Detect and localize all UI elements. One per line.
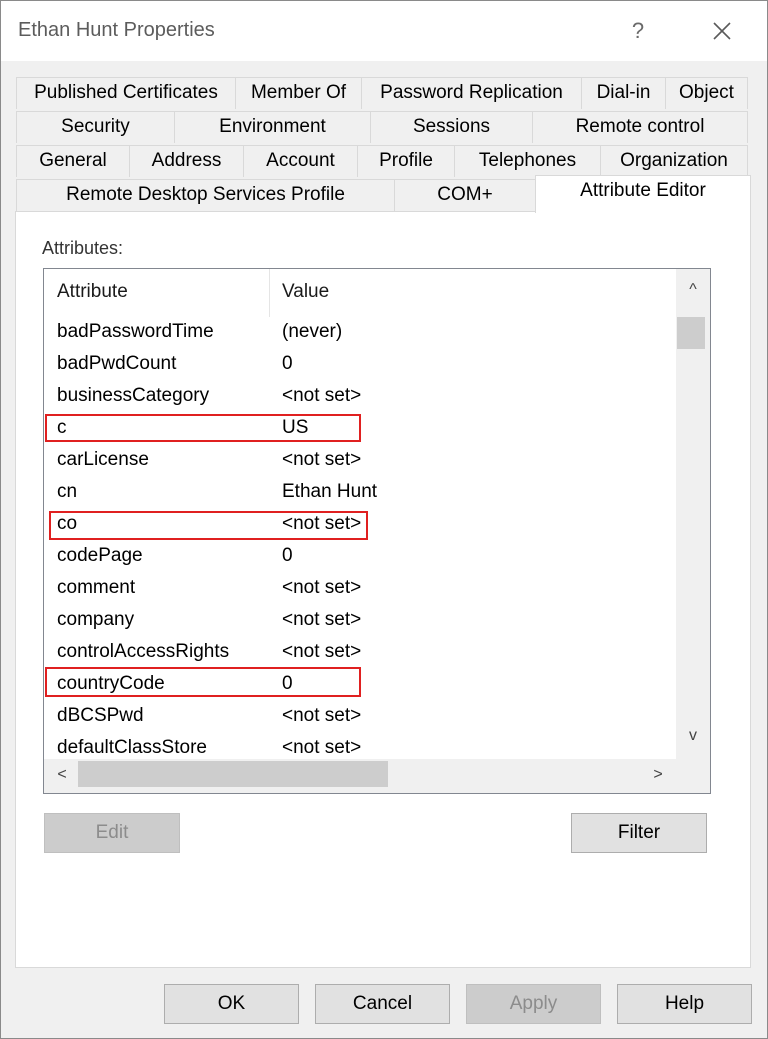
attribute-value: US xyxy=(282,417,309,438)
attribute-value: <not set> xyxy=(282,513,362,534)
attribute-value: 0 xyxy=(282,545,293,566)
attribute-name: cn xyxy=(57,481,78,502)
tab-organization[interactable]: Organization xyxy=(600,145,748,177)
attribute-value: 0 xyxy=(282,353,293,374)
attribute-name: dBCSPwd xyxy=(57,705,144,726)
tab-attribute-editor[interactable]: Attribute Editor xyxy=(535,175,751,213)
tab-com-plus[interactable]: COM+ xyxy=(394,179,536,211)
tab-sessions[interactable]: Sessions xyxy=(370,111,533,143)
table-row[interactable]: cn Ethan Hunt xyxy=(44,477,676,509)
tab-telephones[interactable]: Telephones xyxy=(454,145,601,177)
table-row[interactable]: co <not set> xyxy=(44,509,676,541)
table-row[interactable]: c US xyxy=(44,413,676,445)
tab-member-of[interactable]: Member Of xyxy=(235,77,362,109)
help-button[interactable]: Help xyxy=(617,984,752,1024)
tab-object[interactable]: Object xyxy=(665,77,748,109)
scroll-down-icon[interactable]: v xyxy=(677,727,709,745)
attribute-name: defaultClassStore xyxy=(57,737,207,758)
column-header-attribute[interactable]: Attribute xyxy=(57,281,128,303)
column-header-value[interactable]: Value xyxy=(282,281,329,303)
horizontal-scrollbar[interactable]: < > xyxy=(44,759,676,793)
apply-button[interactable]: Apply xyxy=(466,984,601,1024)
attribute-value: Ethan Hunt xyxy=(282,481,378,502)
attribute-name: businessCategory xyxy=(57,385,210,406)
table-row[interactable]: carLicense <not set> xyxy=(44,445,676,477)
tab-dial-in[interactable]: Dial-in xyxy=(581,77,666,109)
attribute-name: controlAccessRights xyxy=(57,641,230,662)
table-row[interactable]: company <not set> xyxy=(44,605,676,637)
attributes-label: Attributes: xyxy=(42,238,124,258)
attribute-name: carLicense xyxy=(57,449,149,470)
table-row[interactable]: badPwdCount 0 xyxy=(44,349,676,381)
cancel-button[interactable]: Cancel xyxy=(315,984,450,1024)
tab-general[interactable]: General xyxy=(16,145,130,177)
window-title: Ethan Hunt Properties xyxy=(18,19,215,41)
attribute-name: badPasswordTime xyxy=(57,321,214,342)
tab-remote-control[interactable]: Remote control xyxy=(532,111,748,143)
tab-password-replication[interactable]: Password Replication xyxy=(361,77,582,109)
tab-security[interactable]: Security xyxy=(16,111,175,143)
help-icon[interactable]: ? xyxy=(623,13,653,49)
table-row[interactable]: dBCSPwd <not set> xyxy=(44,701,676,733)
edit-button[interactable]: Edit xyxy=(44,813,180,853)
tab-environment[interactable]: Environment xyxy=(174,111,371,143)
tab-published-certificates[interactable]: Published Certificates xyxy=(16,77,236,109)
properties-dialog: Ethan Hunt Properties ? Published Certif… xyxy=(0,0,768,1039)
dialog-buttons: OK Cancel Apply Help xyxy=(1,984,767,1024)
attribute-value: <not set> xyxy=(282,705,362,726)
tab-profile[interactable]: Profile xyxy=(357,145,455,177)
scrollbar-corner xyxy=(676,759,710,793)
scroll-up-icon[interactable]: ^ xyxy=(677,281,709,299)
horizontal-scroll-thumb[interactable] xyxy=(78,761,388,787)
filter-button[interactable]: Filter xyxy=(571,813,707,853)
attribute-name: badPwdCount xyxy=(57,353,177,374)
attribute-name: comment xyxy=(57,577,136,598)
table-row[interactable]: countryCode 0 xyxy=(44,669,676,701)
attribute-name: countryCode xyxy=(57,673,165,694)
close-icon[interactable] xyxy=(701,13,743,49)
column-divider[interactable] xyxy=(269,269,270,317)
ok-button[interactable]: OK xyxy=(164,984,299,1024)
table-row[interactable]: businessCategory <not set> xyxy=(44,381,676,413)
attribute-value: 0 xyxy=(282,673,293,694)
attribute-name: company xyxy=(57,609,135,630)
table-row[interactable]: codePage 0 xyxy=(44,541,676,573)
table-row[interactable]: controlAccessRights <not set> xyxy=(44,637,676,669)
attribute-value: <not set> xyxy=(282,449,362,470)
list-header: Attribute Value xyxy=(44,269,676,317)
attribute-name: co xyxy=(57,513,78,534)
table-row[interactable]: comment <not set> xyxy=(44,573,676,605)
attribute-value: <not set> xyxy=(282,737,362,758)
attribute-editor-panel: Attributes: Attribute Value badPasswordT… xyxy=(15,211,751,968)
attribute-value: (never) xyxy=(282,321,343,342)
attribute-value: <not set> xyxy=(282,641,362,662)
attribute-name: c xyxy=(57,417,67,438)
scroll-right-icon[interactable]: > xyxy=(642,766,674,784)
attribute-value: <not set> xyxy=(282,577,362,598)
attribute-value: <not set> xyxy=(282,609,362,630)
attributes-list[interactable]: Attribute Value badPasswordTime (never) … xyxy=(43,268,711,794)
tab-account[interactable]: Account xyxy=(243,145,358,177)
vertical-scroll-thumb[interactable] xyxy=(677,317,705,349)
vertical-scrollbar[interactable]: ^ v xyxy=(676,269,710,759)
tab-address[interactable]: Address xyxy=(129,145,244,177)
title-bar: Ethan Hunt Properties ? xyxy=(1,1,767,61)
scroll-left-icon[interactable]: < xyxy=(46,766,78,784)
tab-remote-desktop-services-profile[interactable]: Remote Desktop Services Profile xyxy=(16,179,395,211)
attribute-value: <not set> xyxy=(282,385,362,406)
attribute-name: codePage xyxy=(57,545,143,566)
table-row[interactable]: badPasswordTime (never) xyxy=(44,317,676,349)
